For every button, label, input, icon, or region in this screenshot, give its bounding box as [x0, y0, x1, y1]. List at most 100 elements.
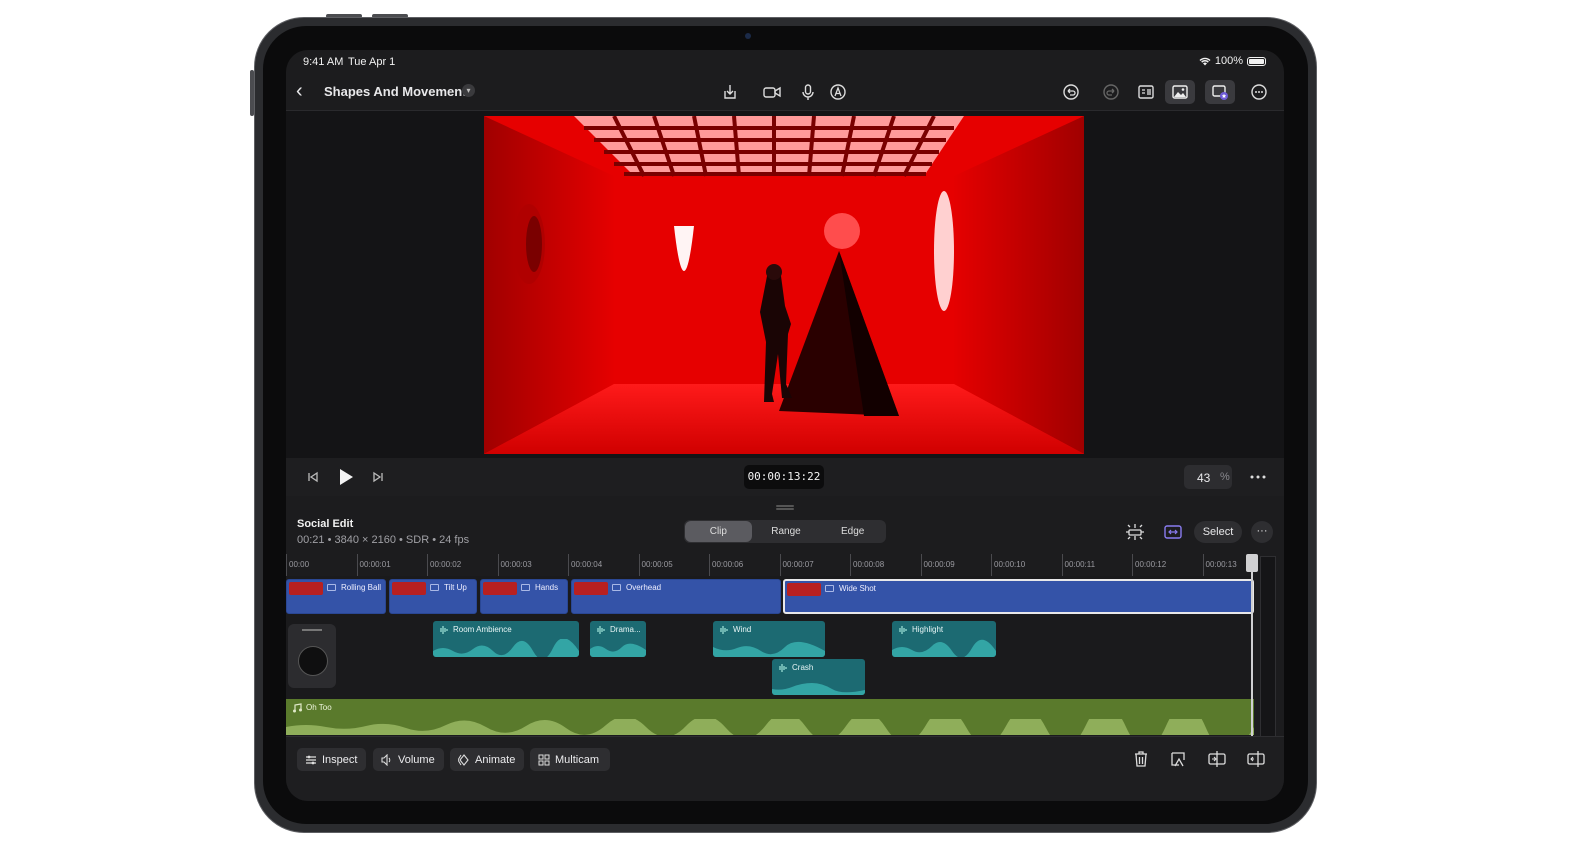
audio-clip[interactable]: Drama...	[590, 621, 646, 657]
timecode-display[interactable]: 00:00:13:22	[744, 465, 824, 489]
animate-label: Animate	[475, 753, 516, 766]
chevron-down-icon[interactable]: ▾	[462, 84, 475, 97]
camera-icon[interactable]	[761, 81, 783, 103]
project-title[interactable]: Shapes And Movement	[324, 84, 467, 99]
clip-label: Highlight	[912, 625, 944, 634]
ruler-label: 00:00:07	[782, 560, 814, 569]
clip-label: Crash	[792, 663, 814, 672]
inspect-button[interactable]: Inspect	[297, 748, 366, 771]
top-toolbar: ‹ Shapes And Movement ▾	[286, 74, 1284, 111]
ruler-label: 00:00:03	[500, 560, 532, 569]
ruler-label: 00:00:13	[1205, 560, 1237, 569]
volume-button[interactable]: Volume	[373, 748, 444, 771]
ruler-tick: 00:00:07	[779, 554, 814, 576]
jog-wheel[interactable]	[288, 624, 336, 688]
import-icon[interactable]	[719, 81, 741, 103]
ruler-tick: 00:00:08	[850, 554, 884, 576]
browser-star-icon[interactable]	[1205, 80, 1235, 104]
skip-forward-icon[interactable]	[372, 471, 384, 483]
ruler-tick: 00:00:11	[1061, 554, 1095, 576]
trim-icon[interactable]	[1246, 749, 1268, 771]
redo-icon[interactable]	[1100, 81, 1122, 103]
ruler-label: 00:00:05	[641, 560, 673, 569]
ruler-tick: 00:00:02	[427, 554, 461, 576]
inspector-icon[interactable]	[1135, 81, 1157, 103]
project-name: Social Edit	[297, 518, 354, 530]
transport-bar: 00:00:13:22 43 %	[286, 458, 1284, 497]
skip-back-icon[interactable]	[307, 471, 319, 483]
ruler-label: 00:00:06	[712, 560, 744, 569]
more-icon[interactable]	[1250, 475, 1266, 479]
video-clip[interactable]: Overhead	[571, 579, 781, 614]
more-icon[interactable]	[1248, 81, 1270, 103]
resize-handle[interactable]	[776, 505, 794, 507]
audio-clip[interactable]: Room Ambience	[433, 621, 579, 657]
clip-label: Tilt Up	[444, 583, 467, 592]
front-camera	[745, 33, 751, 39]
zoom-unit: %	[1220, 471, 1230, 483]
mode-range[interactable]: Range	[753, 520, 820, 543]
ruler-label: 00:00:08	[853, 560, 885, 569]
undo-icon[interactable]	[1060, 81, 1082, 103]
ruler-label: 00:00:02	[430, 560, 462, 569]
more-icon[interactable]: ···	[1251, 521, 1273, 543]
detach-audio-icon[interactable]	[1168, 749, 1190, 771]
video-clip[interactable]: Tilt Up	[389, 579, 477, 614]
music-note-icon	[293, 703, 302, 713]
waveform-icon	[597, 626, 605, 634]
mode-clip[interactable]: Clip	[685, 521, 752, 542]
ruler-label: 00:00:01	[359, 560, 391, 569]
timeline[interactable]: Rolling Ball Tilt Up Hands Overhead Wide…	[286, 576, 1254, 736]
play-icon[interactable]	[338, 468, 354, 486]
ruler-tick: 00:00:01	[356, 554, 391, 576]
ruler-label: 00:00:11	[1064, 560, 1096, 569]
audio-clip[interactable]: Wind	[713, 621, 825, 657]
ruler-tick: 00:00:06	[709, 554, 743, 576]
clip-thumbnail	[392, 582, 426, 595]
ruler-label: 00:00	[289, 560, 310, 569]
wifi-icon	[1199, 57, 1211, 65]
multicam-icon	[538, 754, 550, 765]
timeline-ruler[interactable]: 00:00 00:00:01 00:00:02 00:00:03 00:00:04 00:…	[286, 554, 1251, 576]
inspect-icon	[306, 755, 316, 764]
video-preview[interactable]	[484, 116, 1084, 454]
snapping-icon[interactable]	[1124, 522, 1146, 542]
resize-handle[interactable]	[776, 508, 794, 510]
ruler-label: 00:00:12	[1135, 560, 1167, 569]
ruler-tick: 00:00:10	[991, 554, 1025, 576]
split-icon[interactable]	[1207, 749, 1229, 771]
clip-label: Hands	[535, 583, 559, 592]
inspect-label: Inspect	[322, 753, 358, 766]
clip-label: Rolling Ball	[341, 583, 382, 592]
audio-clip[interactable]: Highlight	[892, 621, 996, 657]
music-clip[interactable]: Oh Too	[286, 699, 1254, 735]
app-screen: 9:41 AM Tue Apr 1 100% ‹ Shapes And Move…	[286, 50, 1284, 801]
status-time: 9:41 AM	[303, 56, 344, 68]
video-clip[interactable]: Hands	[480, 579, 568, 614]
playhead[interactable]	[1251, 554, 1253, 744]
video-clip-selected[interactable]: Wide Shot	[783, 579, 1254, 614]
clip-label: Wind	[733, 625, 752, 634]
zoom-value: 43	[1197, 471, 1211, 485]
ruler-label: 00:00:04	[571, 560, 603, 569]
trash-icon[interactable]	[1131, 749, 1153, 771]
animate-button[interactable]: Animate	[450, 748, 524, 771]
video-clip[interactable]: Rolling Ball	[286, 579, 386, 614]
playhead-handle[interactable]	[1246, 554, 1258, 572]
skimming-icon[interactable]	[1162, 522, 1184, 542]
ruler-tick: 00:00	[286, 554, 309, 576]
mode-edge[interactable]: Edge	[819, 520, 886, 543]
clip-thumbnail	[787, 583, 821, 596]
project-bar: Social Edit 00:21 • 3840 × 2160 • SDR • …	[286, 496, 1284, 554]
select-button[interactable]: Select	[1194, 521, 1242, 543]
audio-clip[interactable]: Crash	[772, 659, 865, 695]
voiceover-icon[interactable]	[827, 81, 849, 103]
multicam-button[interactable]: Multicam	[530, 748, 610, 771]
waveform-icon	[440, 626, 448, 634]
microphone-icon[interactable]	[797, 81, 819, 103]
waveform-icon	[720, 626, 728, 634]
photos-icon[interactable]	[1165, 80, 1195, 104]
zoom-level[interactable]: 43 %	[1184, 465, 1232, 489]
multicam-label: Multicam	[555, 753, 600, 766]
back-chevron-icon[interactable]: ‹	[296, 80, 303, 103]
